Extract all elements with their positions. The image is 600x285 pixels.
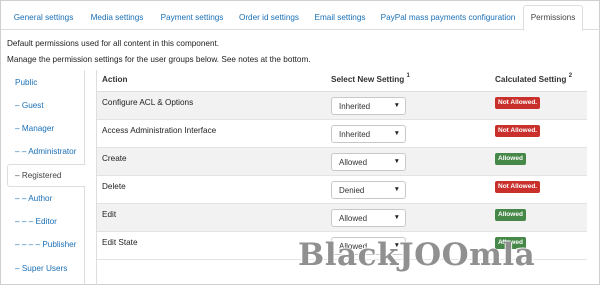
group-super-users[interactable]: – Super Users (7, 258, 85, 281)
tab-media-settings[interactable]: Media settings (83, 5, 151, 30)
group-administrator[interactable]: – – Administrator (7, 141, 85, 164)
intro-default-text: Default permissions used for all content… (7, 39, 220, 48)
action-column-header: Action (102, 75, 128, 84)
group-editor[interactable]: – – – Editor (7, 211, 85, 234)
caret-down-icon: ▼ (393, 214, 400, 221)
select-value: Inherited (339, 130, 371, 139)
tab-general-settings[interactable]: General settings (7, 5, 80, 30)
calculated-setting-badge: Not Allowed. (495, 181, 541, 193)
new-setting-select[interactable]: Allowed ▼ (331, 153, 406, 171)
caret-down-icon: ▼ (393, 102, 400, 109)
select-value: Allowed (339, 158, 368, 167)
tab-order-id-settings[interactable]: Order id settings (233, 5, 305, 30)
select-value: Allowed (339, 214, 368, 223)
group-guest[interactable]: – Guest (7, 95, 85, 118)
calculated-setting-badge: Allowed (495, 209, 526, 221)
calculated-note-marker: 2 (568, 73, 573, 79)
new-setting-note-marker: 1 (406, 73, 410, 79)
new-setting-column-header: Select New Setting 1 (331, 73, 410, 84)
new-setting-select[interactable]: Denied ▼ (331, 181, 406, 199)
action-label: Edit (102, 210, 117, 219)
group-author[interactable]: – – Author (7, 188, 85, 211)
user-groups-list: Public – Guest – Manager – – Administrat… (7, 70, 86, 285)
tab-paypal-mass-payments[interactable]: PayPal mass payments configuration (375, 5, 521, 30)
group-registered[interactable]: – Registered (7, 164, 86, 187)
calculated-header-label: Calculated Setting (495, 75, 567, 84)
calculated-setting-badge: Not Allowed. (495, 97, 541, 109)
table-row: Configure ACL & Options Inherited ▼ Not A… (97, 92, 587, 120)
action-label: Delete (102, 182, 126, 191)
table-row: Edit Allowed ▼ Allowed (97, 204, 587, 232)
caret-down-icon: ▼ (393, 186, 400, 193)
action-label: Edit State (102, 238, 138, 247)
settings-tabs: General settings Media settings Payment … (1, 1, 600, 31)
new-setting-select[interactable]: Allowed ▼ (331, 209, 406, 227)
new-setting-select[interactable]: Inherited ▼ (331, 125, 406, 143)
tab-email-settings[interactable]: Email settings (308, 5, 372, 30)
action-label: Create (102, 154, 127, 163)
select-value: Inherited (339, 102, 371, 111)
group-public[interactable]: Public (7, 72, 85, 95)
calculated-setting-badge: Not Allowed. (495, 125, 541, 137)
table-row: Create Allowed ▼ Allowed (97, 148, 587, 176)
action-label: Access Administration Interface (102, 126, 217, 135)
new-setting-select[interactable]: Inherited ▼ (331, 97, 406, 115)
group-manager[interactable]: – Manager (7, 118, 85, 141)
table-header: Action Select New Setting 1 Calculated S… (97, 70, 587, 92)
calculated-setting-badge: Allowed (495, 153, 526, 165)
table-row: Delete Denied ▼ Not Allowed. (97, 176, 587, 204)
watermark-logo: BlackJOOmla (298, 237, 536, 273)
select-value: Denied (339, 186, 365, 195)
tab-permissions[interactable]: Permissions (523, 5, 583, 31)
new-setting-header-label: Select New Setting (331, 75, 405, 84)
action-label: Configure ACL & Options (102, 98, 194, 107)
group-publisher[interactable]: – – – – Publisher (7, 234, 85, 257)
table-row: Access Administration Interface Inherite… (97, 120, 587, 148)
tab-payment-settings[interactable]: Payment settings (154, 5, 230, 30)
caret-down-icon: ▼ (393, 158, 400, 165)
caret-down-icon: ▼ (393, 130, 400, 137)
intro-manage-text: Manage the permission settings for the u… (7, 55, 311, 64)
calculated-column-header: Calculated Setting 2 (495, 73, 573, 84)
permissions-panel: General settings Media settings Payment … (0, 0, 600, 285)
